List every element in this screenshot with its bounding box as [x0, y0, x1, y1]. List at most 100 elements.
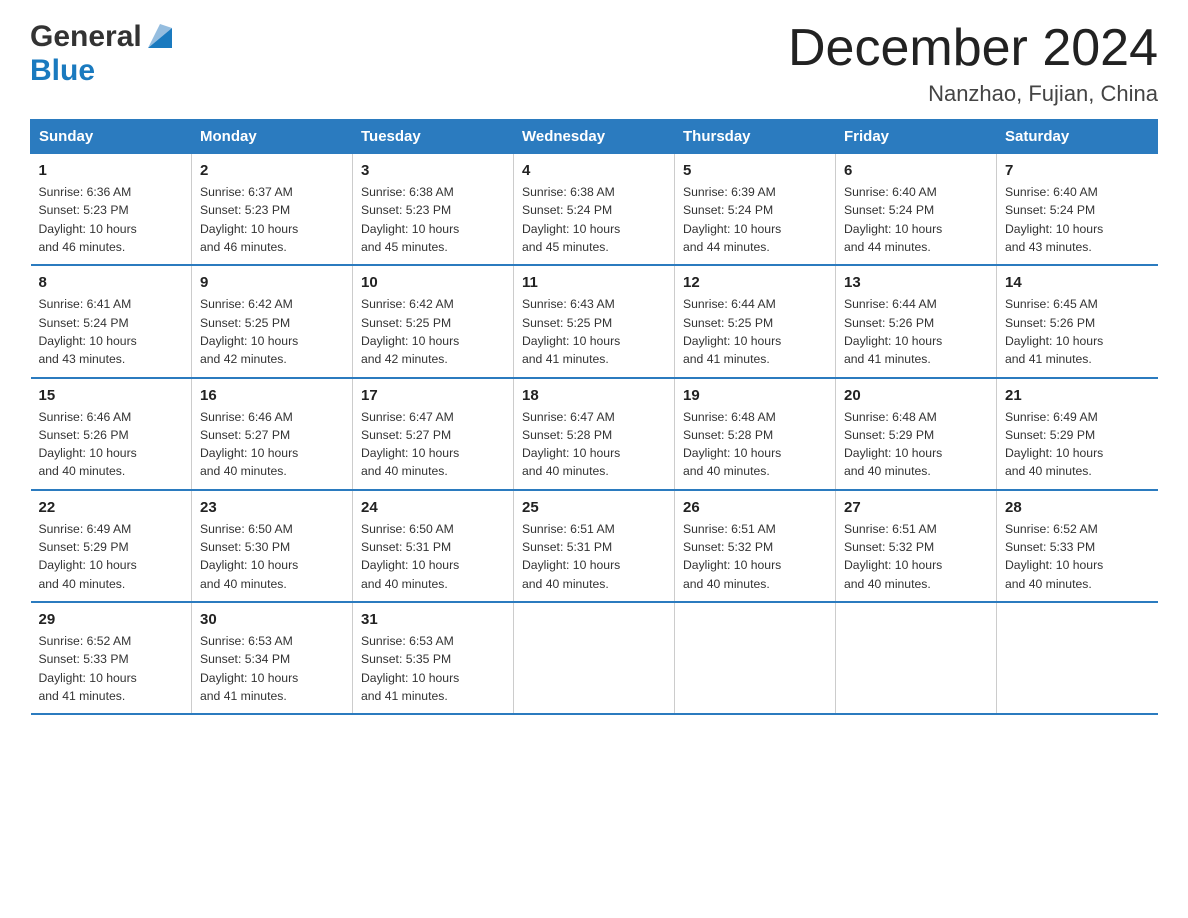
week-row-5: 29 Sunrise: 6:52 AM Sunset: 5:33 PM Dayl…: [31, 602, 1158, 714]
day-info: Sunrise: 6:49 AM Sunset: 5:29 PM Dayligh…: [39, 520, 184, 593]
day-number: 2: [200, 162, 344, 179]
day-info: Sunrise: 6:42 AM Sunset: 5:25 PM Dayligh…: [200, 295, 344, 368]
calendar-cell: 20 Sunrise: 6:48 AM Sunset: 5:29 PM Dayl…: [836, 378, 997, 490]
day-number: 31: [361, 611, 505, 628]
calendar-cell: 5 Sunrise: 6:39 AM Sunset: 5:24 PM Dayli…: [675, 154, 836, 266]
day-number: 8: [39, 274, 184, 291]
day-info: Sunrise: 6:45 AM Sunset: 5:26 PM Dayligh…: [1005, 295, 1150, 368]
day-info: Sunrise: 6:37 AM Sunset: 5:23 PM Dayligh…: [200, 183, 344, 256]
calendar-cell: [514, 602, 675, 714]
calendar-table: SundayMondayTuesdayWednesdayThursdayFrid…: [30, 119, 1158, 715]
calendar-cell: 30 Sunrise: 6:53 AM Sunset: 5:34 PM Dayl…: [192, 602, 353, 714]
day-info: Sunrise: 6:44 AM Sunset: 5:26 PM Dayligh…: [844, 295, 988, 368]
calendar-cell: [675, 602, 836, 714]
logo-triangle-icon: [144, 20, 176, 52]
week-row-2: 8 Sunrise: 6:41 AM Sunset: 5:24 PM Dayli…: [31, 265, 1158, 377]
logo-blue-text: Blue: [30, 54, 95, 88]
day-number: 27: [844, 499, 988, 516]
calendar-cell: 27 Sunrise: 6:51 AM Sunset: 5:32 PM Dayl…: [836, 490, 997, 602]
day-number: 21: [1005, 387, 1150, 404]
day-info: Sunrise: 6:51 AM Sunset: 5:31 PM Dayligh…: [522, 520, 666, 593]
day-number: 24: [361, 499, 505, 516]
calendar-cell: 4 Sunrise: 6:38 AM Sunset: 5:24 PM Dayli…: [514, 154, 675, 266]
day-info: Sunrise: 6:38 AM Sunset: 5:23 PM Dayligh…: [361, 183, 505, 256]
calendar-cell: 19 Sunrise: 6:48 AM Sunset: 5:28 PM Dayl…: [675, 378, 836, 490]
day-number: 3: [361, 162, 505, 179]
day-info: Sunrise: 6:48 AM Sunset: 5:28 PM Dayligh…: [683, 408, 827, 481]
column-header-thursday: Thursday: [675, 120, 836, 154]
day-number: 28: [1005, 499, 1150, 516]
day-info: Sunrise: 6:50 AM Sunset: 5:30 PM Dayligh…: [200, 520, 344, 593]
day-info: Sunrise: 6:46 AM Sunset: 5:27 PM Dayligh…: [200, 408, 344, 481]
logo: General Blue: [30, 20, 176, 88]
day-number: 17: [361, 387, 505, 404]
day-info: Sunrise: 6:47 AM Sunset: 5:27 PM Dayligh…: [361, 408, 505, 481]
day-number: 25: [522, 499, 666, 516]
calendar-cell: 2 Sunrise: 6:37 AM Sunset: 5:23 PM Dayli…: [192, 154, 353, 266]
calendar-cell: 24 Sunrise: 6:50 AM Sunset: 5:31 PM Dayl…: [353, 490, 514, 602]
day-number: 5: [683, 162, 827, 179]
column-header-monday: Monday: [192, 120, 353, 154]
calendar-cell: 7 Sunrise: 6:40 AM Sunset: 5:24 PM Dayli…: [997, 154, 1158, 266]
calendar-cell: 28 Sunrise: 6:52 AM Sunset: 5:33 PM Dayl…: [997, 490, 1158, 602]
day-number: 30: [200, 611, 344, 628]
column-header-friday: Friday: [836, 120, 997, 154]
day-number: 10: [361, 274, 505, 291]
day-number: 7: [1005, 162, 1150, 179]
column-header-wednesday: Wednesday: [514, 120, 675, 154]
calendar-cell: [836, 602, 997, 714]
location-text: Nanzhao, Fujian, China: [788, 81, 1158, 107]
day-info: Sunrise: 6:46 AM Sunset: 5:26 PM Dayligh…: [39, 408, 184, 481]
day-info: Sunrise: 6:51 AM Sunset: 5:32 PM Dayligh…: [844, 520, 988, 593]
calendar-cell: 1 Sunrise: 6:36 AM Sunset: 5:23 PM Dayli…: [31, 154, 192, 266]
day-info: Sunrise: 6:38 AM Sunset: 5:24 PM Dayligh…: [522, 183, 666, 256]
calendar-cell: 29 Sunrise: 6:52 AM Sunset: 5:33 PM Dayl…: [31, 602, 192, 714]
calendar-cell: 8 Sunrise: 6:41 AM Sunset: 5:24 PM Dayli…: [31, 265, 192, 377]
title-block: December 2024 Nanzhao, Fujian, China: [788, 20, 1158, 107]
week-row-1: 1 Sunrise: 6:36 AM Sunset: 5:23 PM Dayli…: [31, 154, 1158, 266]
day-number: 12: [683, 274, 827, 291]
calendar-header-row: SundayMondayTuesdayWednesdayThursdayFrid…: [31, 120, 1158, 154]
calendar-cell: 25 Sunrise: 6:51 AM Sunset: 5:31 PM Dayl…: [514, 490, 675, 602]
calendar-cell: 12 Sunrise: 6:44 AM Sunset: 5:25 PM Dayl…: [675, 265, 836, 377]
day-info: Sunrise: 6:51 AM Sunset: 5:32 PM Dayligh…: [683, 520, 827, 593]
calendar-cell: 6 Sunrise: 6:40 AM Sunset: 5:24 PM Dayli…: [836, 154, 997, 266]
calendar-cell: 21 Sunrise: 6:49 AM Sunset: 5:29 PM Dayl…: [997, 378, 1158, 490]
day-info: Sunrise: 6:42 AM Sunset: 5:25 PM Dayligh…: [361, 295, 505, 368]
day-info: Sunrise: 6:43 AM Sunset: 5:25 PM Dayligh…: [522, 295, 666, 368]
day-number: 15: [39, 387, 184, 404]
page-header: General Blue December 2024 Nanzhao, Fuji…: [30, 20, 1158, 107]
column-header-tuesday: Tuesday: [353, 120, 514, 154]
day-number: 4: [522, 162, 666, 179]
day-info: Sunrise: 6:44 AM Sunset: 5:25 PM Dayligh…: [683, 295, 827, 368]
calendar-cell: 22 Sunrise: 6:49 AM Sunset: 5:29 PM Dayl…: [31, 490, 192, 602]
month-title: December 2024: [788, 20, 1158, 77]
day-number: 14: [1005, 274, 1150, 291]
day-info: Sunrise: 6:40 AM Sunset: 5:24 PM Dayligh…: [1005, 183, 1150, 256]
week-row-3: 15 Sunrise: 6:46 AM Sunset: 5:26 PM Dayl…: [31, 378, 1158, 490]
day-info: Sunrise: 6:52 AM Sunset: 5:33 PM Dayligh…: [1005, 520, 1150, 593]
calendar-cell: 11 Sunrise: 6:43 AM Sunset: 5:25 PM Dayl…: [514, 265, 675, 377]
calendar-cell: 3 Sunrise: 6:38 AM Sunset: 5:23 PM Dayli…: [353, 154, 514, 266]
day-number: 23: [200, 499, 344, 516]
day-number: 16: [200, 387, 344, 404]
calendar-cell: 15 Sunrise: 6:46 AM Sunset: 5:26 PM Dayl…: [31, 378, 192, 490]
week-row-4: 22 Sunrise: 6:49 AM Sunset: 5:29 PM Dayl…: [31, 490, 1158, 602]
day-info: Sunrise: 6:49 AM Sunset: 5:29 PM Dayligh…: [1005, 408, 1150, 481]
day-info: Sunrise: 6:47 AM Sunset: 5:28 PM Dayligh…: [522, 408, 666, 481]
day-number: 29: [39, 611, 184, 628]
calendar-cell: 14 Sunrise: 6:45 AM Sunset: 5:26 PM Dayl…: [997, 265, 1158, 377]
day-info: Sunrise: 6:41 AM Sunset: 5:24 PM Dayligh…: [39, 295, 184, 368]
calendar-cell: 18 Sunrise: 6:47 AM Sunset: 5:28 PM Dayl…: [514, 378, 675, 490]
day-info: Sunrise: 6:39 AM Sunset: 5:24 PM Dayligh…: [683, 183, 827, 256]
day-info: Sunrise: 6:53 AM Sunset: 5:35 PM Dayligh…: [361, 632, 505, 705]
day-number: 26: [683, 499, 827, 516]
day-number: 19: [683, 387, 827, 404]
day-number: 11: [522, 274, 666, 291]
day-number: 9: [200, 274, 344, 291]
calendar-cell: 13 Sunrise: 6:44 AM Sunset: 5:26 PM Dayl…: [836, 265, 997, 377]
day-number: 6: [844, 162, 988, 179]
day-number: 13: [844, 274, 988, 291]
day-number: 18: [522, 387, 666, 404]
day-number: 20: [844, 387, 988, 404]
